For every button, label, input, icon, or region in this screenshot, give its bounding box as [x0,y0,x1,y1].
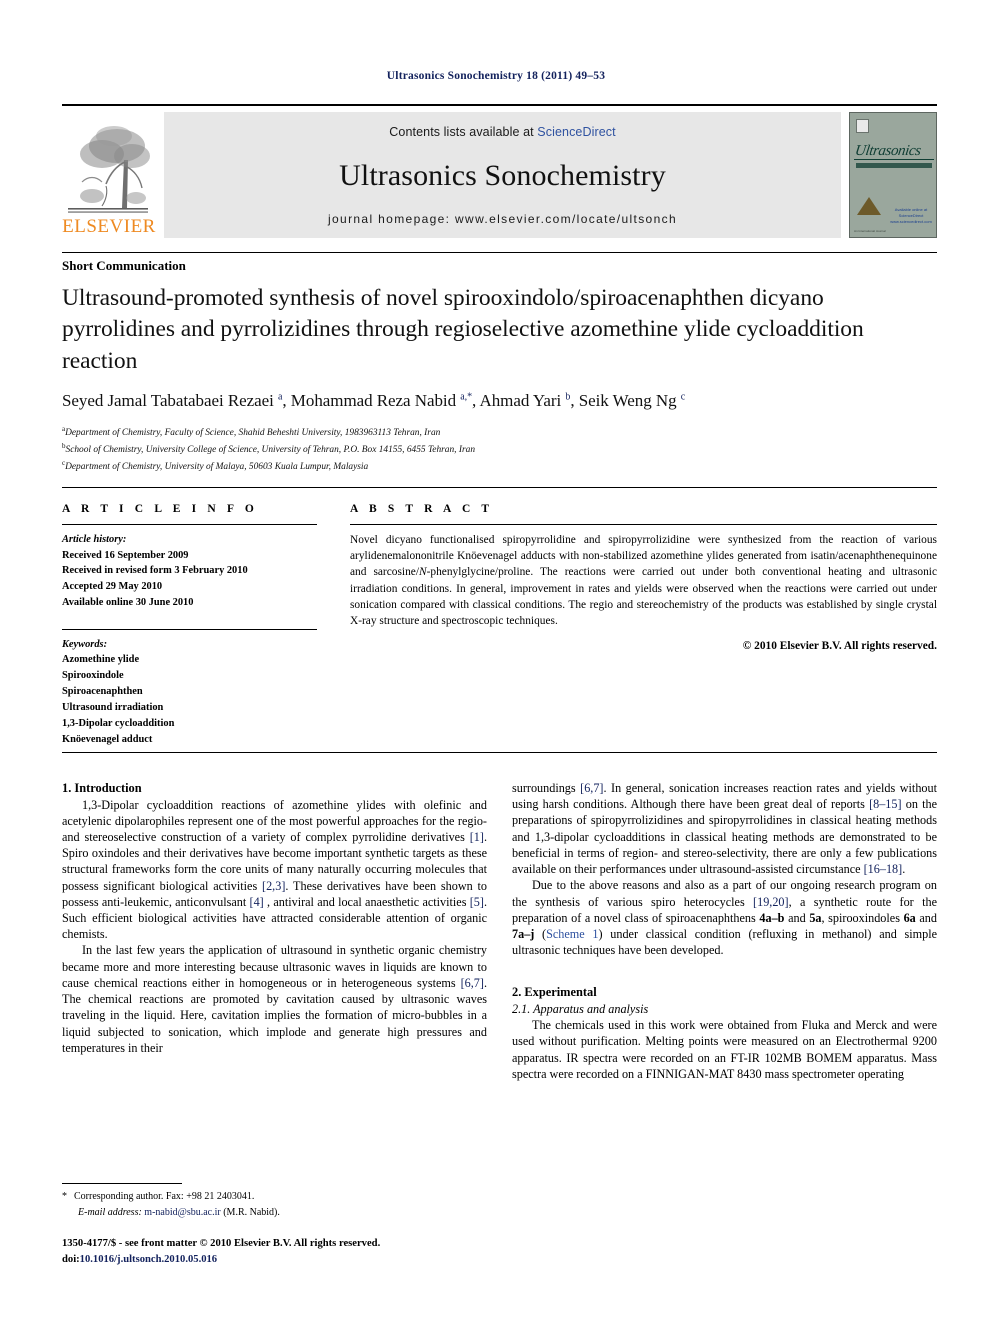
affiliation-text: Department of Chemistry, University of M… [65,462,369,473]
cover-title: Ultrasonics [853,143,922,159]
sciencedirect-link[interactable]: ScienceDirect [537,125,615,139]
affiliation-item: cDepartment of Chemistry, University of … [62,458,937,475]
corresponding-author-footnote: * Corresponding author. Fax: +98 21 24030… [62,1189,482,1220]
abstract-rule [350,524,937,525]
email-label: E-mail address: [78,1206,142,1218]
body-column-left: 1. Introduction 1,3-Dipolar cycloadditio… [62,780,487,1056]
copyright-block: 1350-4177/$ - see front matter © 2010 El… [62,1236,492,1268]
cover-triangle-icon [857,197,881,215]
affiliation-item: aDepartment of Chemistry, Faculty of Sci… [62,424,937,441]
heading-introduction: 1. Introduction [62,781,142,795]
intro-paragraph-2: In the last few years the application of… [62,943,487,1055]
journal-cover-thumbnail: Ultrasonics Available online at ScienceD… [849,112,937,238]
history-item: Received in revised form 3 February 2010 [62,565,248,577]
author-list: Seyed Jamal Tabatabaei Rezaei a, Mohamma… [62,391,686,410]
contents-prefix: Contents lists available at [389,125,538,139]
running-head: Ultrasonics Sonochemistry 18 (2011) 49–5… [386,70,606,82]
affiliation-text: Department of Chemistry, Faculty of Scie… [65,428,441,439]
keyword-item: 1,3-Dipolar cycloaddition [62,717,175,729]
keyword-item: Knöevenagel adduct [62,733,153,745]
journal-masthead: ELSEVIER Contents lists available at Sci… [62,104,937,238]
footnote-line-2: E-mail address: m-nabid@sbu.ac.ir (M.R. … [62,1205,482,1221]
article-history-label: Article history: [62,534,127,545]
abstract-copyright: © 2010 Elsevier B.V. All rights reserved… [742,640,937,653]
cover-fine-print: An International Journal [854,229,886,233]
affiliation-text: School of Chemistry, University College … [65,445,476,456]
apparatus-paragraph-1: The chemicals used in this work were obt… [512,1018,937,1081]
elsevier-wordmark: ELSEVIER [62,216,156,237]
journal-title: Ultrasonics Sonochemistry [339,158,666,192]
email-link[interactable]: m-nabid@sbu.ac.ir [144,1207,220,1218]
footnote-marker: * [62,1191,67,1202]
contents-available-line: Contents lists available at ScienceDirec… [389,125,615,139]
keywords-rule [62,628,317,630]
article-info-column: A R T I C L E I N F O Article history: R… [62,503,317,747]
abstract-text: Novel dicyano functionalised spiropyrrol… [350,534,938,627]
keywords-block: Keywords: Azomethine ylide Spirooxindole… [62,628,317,747]
page-title: Ultrasound-promoted synthesis of novel s… [62,285,864,374]
intro-paragraph-3: surroundings [6,7]. In general, sonicati… [512,781,938,877]
body-column-right: surroundings [6,7]. In general, sonicati… [512,780,937,1082]
doi-line: doi:10.1016/j.ultsonch.2010.05.016 [62,1252,492,1268]
keyword-item: Spirooxindole [62,670,124,682]
info-section-bottom-rule [62,752,937,753]
abstract-column: A B S T R A C T Novel dicyano functional… [350,503,937,652]
keywords-label: Keywords: [62,638,108,650]
paper-page: Ultrasonics Sonochemistry 18 (2011) 49–5… [0,0,992,1323]
journal-homepage-link[interactable]: journal homepage: www.elsevier.com/locat… [328,212,677,226]
affiliation-list: aDepartment of Chemistry, Faculty of Sci… [62,424,937,475]
elsevier-tree-icon [62,120,154,216]
footnote-corresponding-text: Corresponding author. Fax: +98 21 240304… [74,1191,255,1202]
abstract-heading: A B S T R A C T [350,503,494,515]
keyword-item: Spiroacenaphthen [62,686,143,698]
heading-apparatus-and-analysis: 2.1. Apparatus and analysis [512,1001,649,1016]
article-info-heading: A R T I C L E I N F O [62,503,258,515]
doi-link[interactable]: 10.1016/j.ultsonch.2010.05.016 [80,1254,217,1265]
elsevier-logo: ELSEVIER [62,112,156,238]
footnote-line-1: * Corresponding author. Fax: +98 21 24030… [62,1189,482,1205]
cover-divider [854,159,934,160]
cover-sciencedirect-note: Available online at ScienceDirect www.sc… [890,207,932,224]
article-type-label: Short Communication [62,258,186,273]
intro-paragraph-1: 1,3-Dipolar cycloaddition reactions of a… [62,797,488,942]
footnote-rule [62,1183,182,1184]
info-section-top-rule [62,487,937,488]
history-item: Accepted 29 May 2010 [62,581,163,593]
cover-subtitle-bar [856,163,932,168]
history-item: Available online 30 June 2010 [62,597,194,609]
intro-paragraph-4: Due to the above reasons and also as a p… [512,878,937,958]
journal-banner: Contents lists available at ScienceDirec… [164,112,841,238]
keyword-item: Ultrasound irradiation [62,701,164,713]
article-info-rule [62,524,317,525]
doi-label: doi: [62,1253,80,1265]
heading-experimental: 2. Experimental [512,985,597,1000]
email-owner: (M.R. Nabid). [223,1206,280,1218]
keyword-item: Azomethine ylide [62,654,140,666]
title-top-rule [62,252,937,253]
cover-publisher-mark-icon [856,119,869,133]
history-item: Received 16 September 2009 [62,549,189,561]
affiliation-item: bSchool of Chemistry, University College… [62,441,937,458]
front-matter-line: 1350-4177/$ - see front matter © 2010 El… [62,1238,381,1249]
